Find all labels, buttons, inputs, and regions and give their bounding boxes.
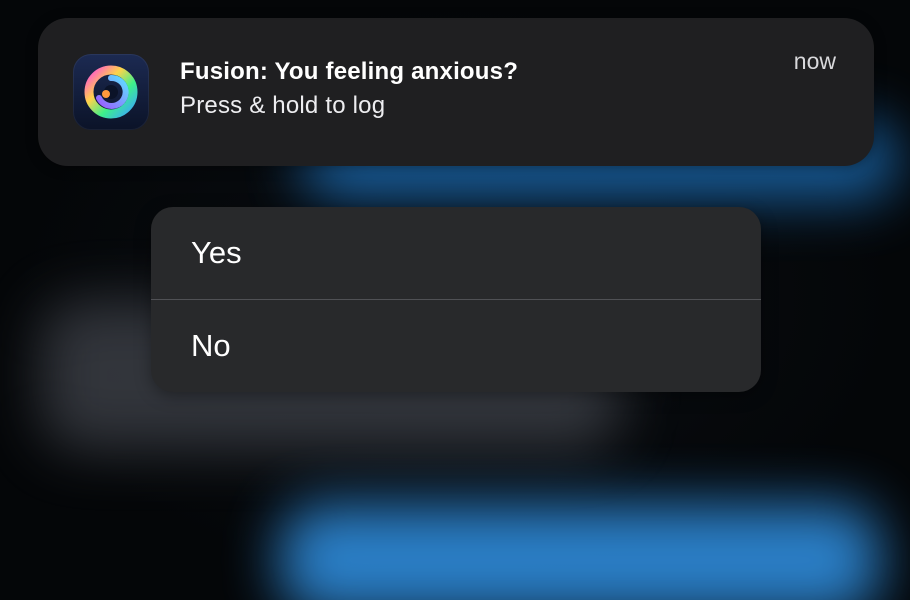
notification-action-menu: Yes No bbox=[151, 207, 761, 392]
notification-timestamp: now bbox=[793, 48, 836, 74]
fusion-app-icon bbox=[73, 54, 149, 130]
notification-body: Press & hold to log bbox=[180, 92, 386, 119]
background-glow-bottom bbox=[280, 505, 880, 600]
action-yes-button[interactable]: Yes bbox=[151, 207, 761, 299]
notification-title: Fusion: You feeling anxious? bbox=[180, 58, 519, 85]
lock-screen: Fusion: You feeling anxious? Press & hol… bbox=[0, 0, 910, 600]
fusion-swirl-icon bbox=[84, 65, 138, 119]
action-no-button[interactable]: No bbox=[151, 299, 761, 392]
notification-banner[interactable]: Fusion: You feeling anxious? Press & hol… bbox=[38, 18, 874, 166]
